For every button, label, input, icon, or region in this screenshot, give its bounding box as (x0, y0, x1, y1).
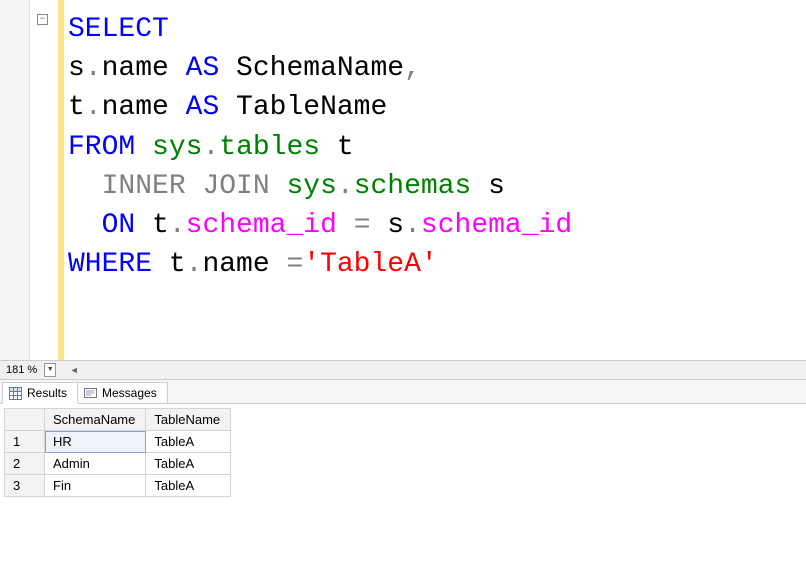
code-text[interactable]: SELECT s.name AS SchemaName, t.name AS T… (64, 0, 806, 360)
zoom-bar: 181 % ▼ ◄ (0, 360, 806, 380)
results-tabs: Results Messages (0, 380, 806, 404)
row-number[interactable]: 3 (5, 475, 45, 497)
results-grid[interactable]: SchemaNameTableName1HRTableA2AdminTableA… (4, 408, 231, 497)
grid-cell[interactable]: TableA (146, 453, 231, 475)
results-grid-wrap: SchemaNameTableName1HRTableA2AdminTableA… (0, 404, 806, 501)
row-number[interactable]: 2 (5, 453, 45, 475)
column-header[interactable]: TableName (146, 409, 231, 431)
tab-results-label: Results (27, 386, 67, 400)
hscroll-left-arrow[interactable]: ◄ (66, 363, 82, 377)
editor-gutter: − (30, 0, 58, 360)
row-number[interactable]: 1 (5, 431, 45, 453)
table-row[interactable]: 2AdminTableA (5, 453, 231, 475)
grid-cell[interactable]: HR (45, 431, 146, 453)
fold-toggle[interactable]: − (37, 14, 48, 25)
grid-cell[interactable]: TableA (146, 475, 231, 497)
sql-editor[interactable]: − SELECT s.name AS SchemaName, t.name AS… (0, 0, 806, 360)
messages-icon (84, 387, 97, 400)
editor-margin (0, 0, 30, 360)
tab-messages-label: Messages (102, 386, 157, 400)
zoom-value: 181 % (2, 364, 41, 376)
zoom-dropdown[interactable]: ▼ (44, 363, 56, 377)
grid-cell[interactable]: TableA (146, 431, 231, 453)
table-row[interactable]: 1HRTableA (5, 431, 231, 453)
grid-icon (9, 387, 22, 400)
column-header[interactable]: SchemaName (45, 409, 146, 431)
hscroll-track[interactable] (82, 363, 806, 377)
tab-results[interactable]: Results (2, 382, 78, 404)
grid-cell[interactable]: Fin (45, 475, 146, 497)
grid-cell[interactable]: Admin (45, 453, 146, 475)
table-row[interactable]: 3FinTableA (5, 475, 231, 497)
grid-corner[interactable] (5, 409, 45, 431)
tab-messages[interactable]: Messages (77, 382, 168, 403)
